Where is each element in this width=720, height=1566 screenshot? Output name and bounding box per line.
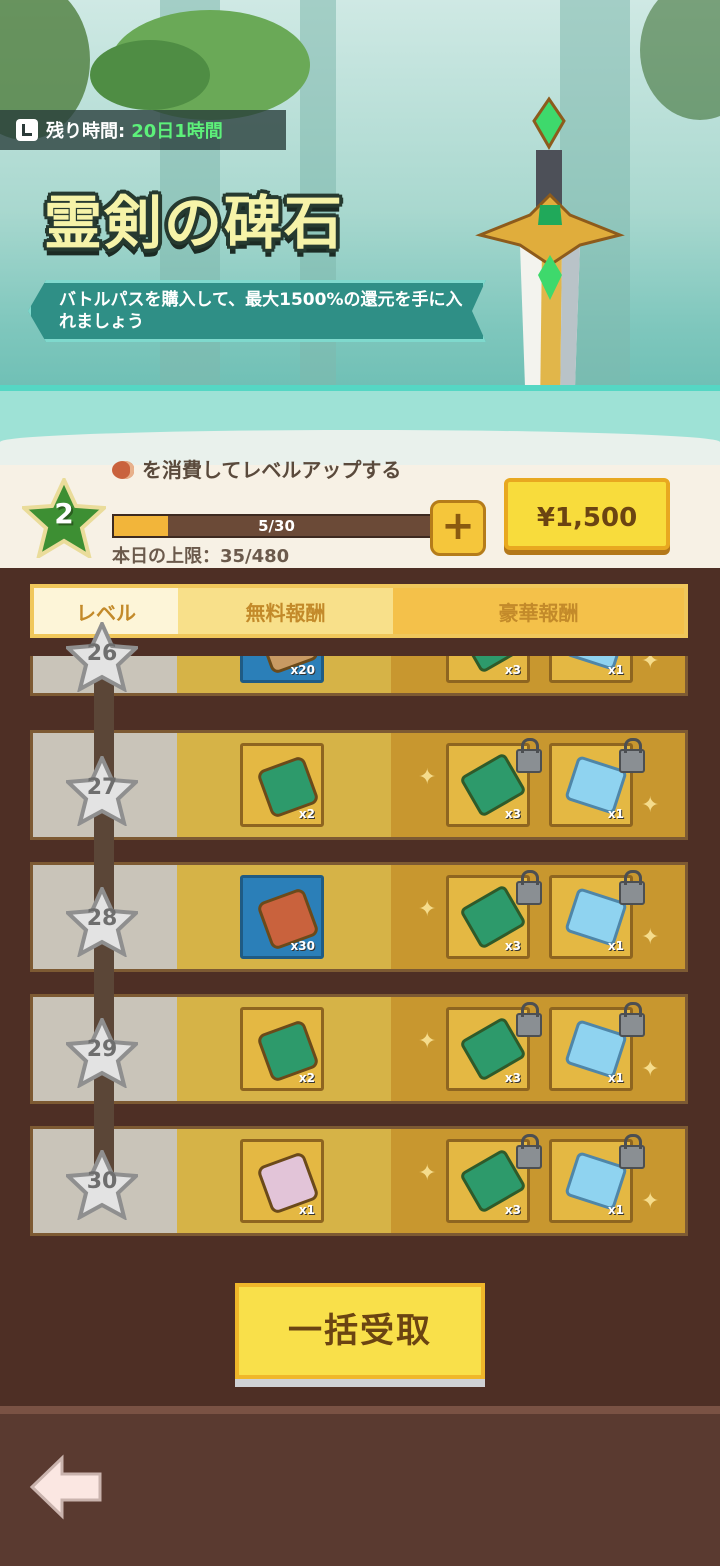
level-badge: 27 xyxy=(63,753,141,827)
free-reward-cell: x20 xyxy=(177,656,391,693)
free-reward-cell: x2 xyxy=(177,997,391,1101)
lock-icon xyxy=(516,738,542,773)
level-progress-bar: 5/30 xyxy=(112,514,441,538)
level-badge: 26 xyxy=(63,619,141,693)
banner-subtitle: バトルパスを購入して、最大1500%の還元を手に入れましょう xyxy=(28,280,486,342)
premium-reward-item[interactable]: x3 xyxy=(446,656,530,683)
free-reward-item[interactable]: x20 xyxy=(240,656,324,683)
lock-icon xyxy=(516,870,542,905)
current-level: 2 xyxy=(54,497,74,530)
premium-reward-cell: ✦ x3 x1 ✦ xyxy=(391,997,685,1101)
lock-icon xyxy=(619,738,645,773)
item-count: x30 xyxy=(290,939,315,953)
free-reward-item[interactable]: x1 xyxy=(240,1139,324,1223)
sparkle-icon: ✦ xyxy=(418,897,437,922)
item-count: x1 xyxy=(607,663,624,677)
item-count: x20 xyxy=(290,663,315,677)
add-points-button[interactable]: + xyxy=(430,500,486,556)
lock-icon xyxy=(619,1134,645,1169)
time-remaining: 残り時間: 20日1時間 xyxy=(0,110,286,150)
sparkle-icon: ✦ xyxy=(641,1057,660,1082)
item-count: x1 xyxy=(607,939,624,953)
premium-reward-cell: ✦ x3 x1 ✦ xyxy=(391,865,685,969)
premium-reward-cell: ✦ x3 x1 ✦ xyxy=(391,733,685,837)
premium-reward-item[interactable]: x1 xyxy=(549,656,633,683)
page-title: 霊剣の碑石 xyxy=(44,189,345,257)
free-reward-item[interactable]: x2 xyxy=(240,743,324,827)
item-count: x1 xyxy=(607,1203,624,1217)
item-count: x1 xyxy=(607,807,624,821)
free-reward-item[interactable]: x2 xyxy=(240,1007,324,1091)
item-count: x3 xyxy=(504,663,521,677)
lock-icon xyxy=(619,870,645,905)
progress-text: 5/30 xyxy=(258,517,295,535)
claim-all-button[interactable]: 一括受取 xyxy=(235,1283,485,1379)
sparkle-icon: ✦ xyxy=(418,1029,437,1054)
free-reward-cell: x30 xyxy=(177,865,391,969)
tab-premium-rewards: 豪華報酬 xyxy=(393,588,684,634)
lock-icon xyxy=(619,1002,645,1037)
premium-reward-cell: ✦ x3 x1 ✦ xyxy=(391,1129,685,1233)
item-count: x1 xyxy=(298,1203,315,1217)
item-count: x1 xyxy=(607,1071,624,1085)
tab-free-rewards: 無料報酬 xyxy=(178,588,393,634)
sparkle-icon: ✦ xyxy=(641,793,660,818)
footer xyxy=(0,1406,720,1566)
clock-icon xyxy=(16,119,38,141)
item-count: x2 xyxy=(298,807,315,821)
level-number: 27 xyxy=(86,775,118,800)
item-count: x3 xyxy=(504,1071,521,1085)
consume-text: を消費してレベルアップする xyxy=(112,456,432,485)
level-number: 28 xyxy=(86,906,118,931)
level-number: 29 xyxy=(86,1037,118,1062)
purchase-button[interactable]: ¥1,500 xyxy=(504,478,670,550)
item-count: x3 xyxy=(504,1203,521,1217)
back-arrow-icon[interactable] xyxy=(28,1452,104,1522)
lock-icon xyxy=(516,1134,542,1169)
free-reward-item[interactable]: x30 xyxy=(240,875,324,959)
daily-limit: 本日の上限：35/480 xyxy=(112,546,290,567)
level-badge: 28 xyxy=(63,884,141,958)
banner: 残り時間: 20日1時間 霊剣の碑石 バトルパスを購入して、最大1500%の還元… xyxy=(0,0,720,465)
spirit-sword-icon xyxy=(475,96,630,435)
sparkle-icon: ✦ xyxy=(641,925,660,950)
item-count: x3 xyxy=(504,939,521,953)
item-count: x3 xyxy=(504,807,521,821)
sparkle-icon: ✦ xyxy=(641,1189,660,1214)
time-remaining-value: 20日1時間 xyxy=(131,121,223,142)
level-number: 26 xyxy=(86,641,118,666)
level-badge: 29 xyxy=(63,1015,141,1089)
sparkle-icon: ✦ xyxy=(418,765,437,790)
level-number: 30 xyxy=(86,1169,118,1194)
meat-icon xyxy=(112,461,134,479)
sparkle-icon: ✦ xyxy=(418,1161,437,1186)
item-count: x2 xyxy=(298,1071,315,1085)
sparkle-icon: ✦ xyxy=(641,656,660,674)
lock-icon xyxy=(516,1002,542,1037)
free-reward-cell: x1 xyxy=(177,1129,391,1233)
free-reward-cell: x2 xyxy=(177,733,391,837)
level-badge: 30 xyxy=(63,1147,141,1221)
premium-reward-cell: ✦x3x1✦ xyxy=(391,656,685,693)
